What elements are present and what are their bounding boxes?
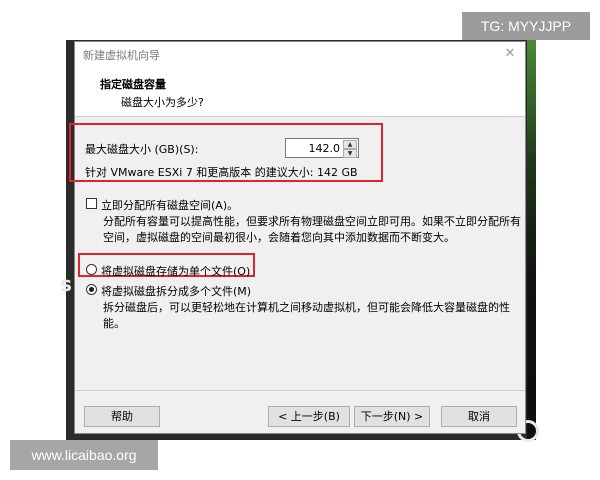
increment-arrow-icon[interactable]: ▲ xyxy=(343,140,357,149)
max-disk-size-value[interactable]: 142.0 xyxy=(309,142,341,155)
new-vm-wizard-dialog: 新建虚拟机向导 ✕ 指定磁盘容量 磁盘大小为多少? 最大磁盘大小 (GB)(S)… xyxy=(69,41,526,434)
allocate-all-description: 分配所有容量可以提高性能，但要求所有物理磁盘空间立即可用。如果不立即分配所有 空… xyxy=(103,214,521,246)
close-icon[interactable]: ✕ xyxy=(499,44,521,64)
multi-desc-line-1: 拆分磁盘后，可以更轻松地在计算机之间移动虚拟机，但可能会降低大容量磁盘的性 xyxy=(103,301,510,314)
footer-divider xyxy=(75,390,525,391)
desktop-wallpaper-edge xyxy=(527,40,536,440)
window-title: 新建虚拟机向导 xyxy=(83,49,160,62)
back-button[interactable]: < 上一步(B) xyxy=(268,406,350,427)
next-button[interactable]: 下一步(N) > xyxy=(354,406,430,427)
max-disk-size-label: 最大磁盘大小 (GB)(S): xyxy=(85,143,199,156)
allocate-all-checkbox[interactable] xyxy=(86,198,97,209)
watermark-site: www.licaibao.org xyxy=(10,440,158,470)
multi-file-label[interactable]: 将虚拟磁盘拆分成多个文件(M) xyxy=(101,283,251,299)
recommended-size-text: 针对 VMware ESXi 7 和更高版本 的建议大小: 142 GB xyxy=(85,166,358,179)
wizard-header: 指定磁盘容量 磁盘大小为多少? xyxy=(75,66,525,117)
single-file-label[interactable]: 将虚拟磁盘存储为单个文件(O) xyxy=(101,263,250,279)
multi-file-radio[interactable] xyxy=(86,284,97,295)
multi-file-description: 拆分磁盘后，可以更轻松地在计算机之间移动虚拟机，但可能会降低大容量磁盘的性 能。 xyxy=(103,300,510,332)
help-button[interactable]: 帮助 xyxy=(84,406,160,427)
allocate-all-label[interactable]: 立即分配所有磁盘空间(A)。 xyxy=(101,197,238,213)
cancel-button[interactable]: 取消 xyxy=(441,406,517,427)
allocate-desc-line-2: 空间，虚拟磁盘的空间最初很小，会随着您向其中添加数据而不断变大。 xyxy=(103,231,455,244)
desktop-partial-glyph: s xyxy=(60,272,72,296)
page-subtitle: 磁盘大小为多少? xyxy=(121,96,204,109)
multi-desc-line-2: 能。 xyxy=(103,317,125,330)
decrement-arrow-icon[interactable]: ▼ xyxy=(343,149,357,158)
watermark-telegram: TG: MYYJJPP xyxy=(462,12,590,40)
single-file-radio[interactable] xyxy=(86,264,97,275)
title-bar: 新建虚拟机向导 ✕ xyxy=(75,42,525,66)
max-disk-size-stepper[interactable]: 142.0 ▲ ▼ xyxy=(285,138,359,158)
page-title: 指定磁盘容量 xyxy=(100,78,166,91)
allocate-desc-line-1: 分配所有容量可以提高性能，但要求所有物理磁盘空间立即可用。如果不立即分配所有 xyxy=(103,215,521,228)
